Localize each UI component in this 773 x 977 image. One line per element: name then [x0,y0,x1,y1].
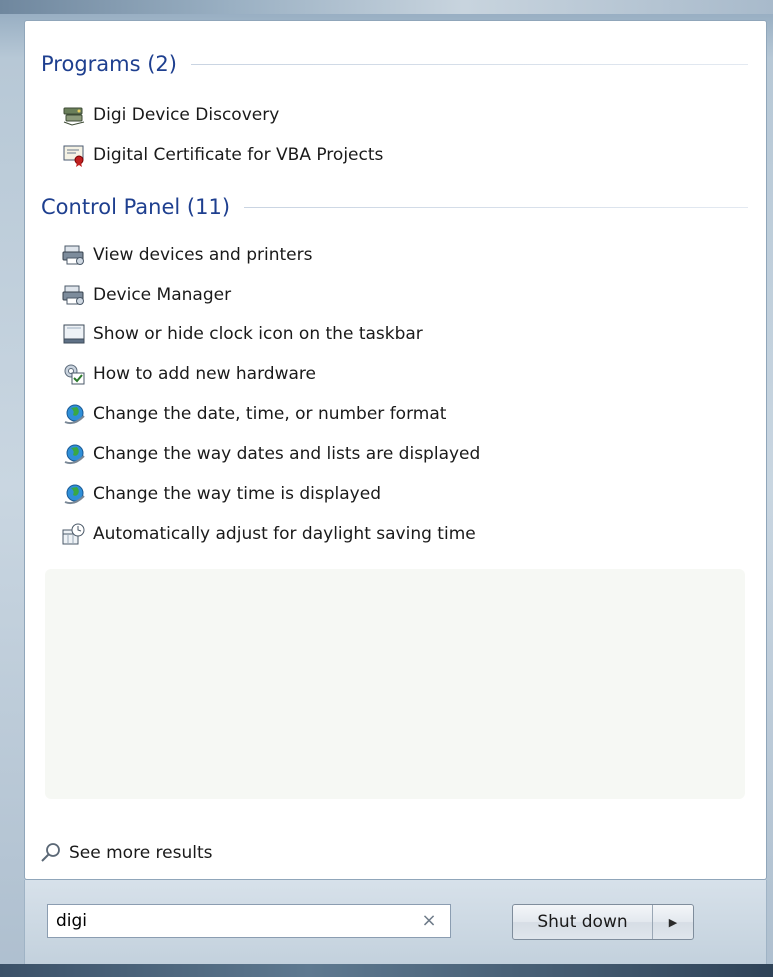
start-menu-frame: Programs (2) Digi Device Discovery Digit… [0,0,773,977]
result-item-add-hardware[interactable]: How to add new hardware [61,359,316,389]
result-item-change-dates-lists[interactable]: Change the way dates and lists are displ… [61,439,480,469]
faded-background-region [45,569,745,799]
result-item-label: Show or hide clock icon on the taskbar [93,324,423,344]
result-item-label: Change the way dates and lists are displ… [93,444,481,464]
shutdown-button-group: Shut down ▶ [512,904,694,940]
result-item-label: Digi Device Discovery [93,105,280,125]
start-menu-bottom-band: × Shut down ▶ [24,880,767,964]
control-panel-group-header[interactable]: Control Panel (11) [41,192,748,222]
result-item-show-hide-clock[interactable]: Show or hide clock icon on the taskbar [61,319,423,349]
result-item-digi-device-discovery[interactable]: Digi Device Discovery [61,100,279,130]
hardware-icon [61,361,87,387]
close-icon[interactable]: × [420,912,438,930]
chevron-right-icon[interactable]: ▶ [653,905,693,939]
programs-group-header[interactable]: Programs (2) [41,49,748,79]
control-panel-group-title: Control Panel (11) [41,195,231,219]
see-more-results-link[interactable]: See more results [39,839,213,867]
result-item-change-time-display[interactable]: Change the way time is displayed [61,479,381,509]
globe-icon [61,441,87,467]
result-item-label: Digital Certificate for VBA Projects [93,145,384,165]
top-shadow [0,0,773,14]
calendar-clock-icon [61,521,87,547]
result-item-device-manager[interactable]: Device Manager [61,280,231,310]
shutdown-button[interactable]: Shut down [513,905,653,939]
devices-printers-icon [61,242,87,268]
result-item-label: View devices and printers [93,245,313,265]
search-box[interactable]: × [47,904,451,938]
taskbar-icon [61,321,87,347]
result-item-view-devices-printers[interactable]: View devices and printers [61,240,312,270]
result-item-digital-certificate[interactable]: Digital Certificate for VBA Projects [61,140,383,170]
search-input[interactable] [48,910,398,932]
search-results-panel: Programs (2) Digi Device Discovery Digit… [24,20,767,880]
result-item-label: How to add new hardware [93,364,316,384]
result-item-label: Automatically adjust for daylight saving… [93,524,476,544]
globe-icon [61,401,87,427]
result-item-label: Change the way time is displayed [93,484,381,504]
certificate-icon [61,142,87,168]
device-manager-icon [61,282,87,308]
digi-device-icon [61,102,87,128]
globe-icon [61,481,87,507]
see-more-results-label: See more results [69,843,213,863]
result-item-change-date-time-format[interactable]: Change the date, time, or number format [61,399,446,429]
search-icon [39,841,63,865]
programs-group-title: Programs (2) [41,52,177,76]
result-item-label: Device Manager [93,285,232,305]
taskbar-strip [0,964,773,977]
group-divider [244,206,748,208]
result-item-label: Change the date, time, or number format [93,404,447,424]
group-divider [190,63,748,65]
result-item-daylight-saving[interactable]: Automatically adjust for daylight saving… [61,519,476,549]
